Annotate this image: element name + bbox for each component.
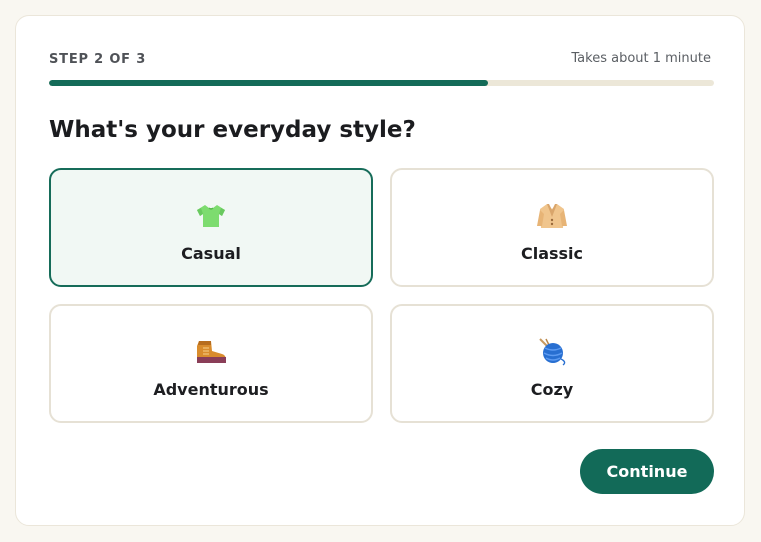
quiz-card: STEP 2 OF 3 Takes about 1 minute What's …	[15, 15, 745, 526]
option-adventurous[interactable]: Adventurous	[49, 304, 373, 423]
step-header: STEP 2 OF 3 Takes about 1 minute	[49, 50, 711, 70]
option-label: Adventurous	[153, 380, 269, 399]
coat-icon	[536, 202, 568, 230]
option-label: Cozy	[530, 380, 574, 399]
option-label: Classic	[520, 244, 584, 263]
continue-button[interactable]: Continue	[580, 449, 714, 494]
progress-fill	[49, 80, 488, 86]
option-label: Casual	[181, 244, 241, 263]
option-cozy[interactable]: Cozy	[390, 304, 714, 423]
yarn-ball-icon	[536, 338, 568, 366]
option-classic[interactable]: Classic	[390, 168, 714, 287]
time-estimate: Takes about 1 minute	[571, 51, 711, 66]
option-casual[interactable]: Casual	[49, 168, 373, 287]
step-indicator: STEP 2 OF 3	[49, 52, 147, 67]
progress-bar	[49, 80, 714, 86]
hiking-boot-icon	[195, 338, 227, 366]
t-shirt-icon	[195, 202, 227, 230]
question-title: What's your everyday style?	[49, 117, 416, 143]
